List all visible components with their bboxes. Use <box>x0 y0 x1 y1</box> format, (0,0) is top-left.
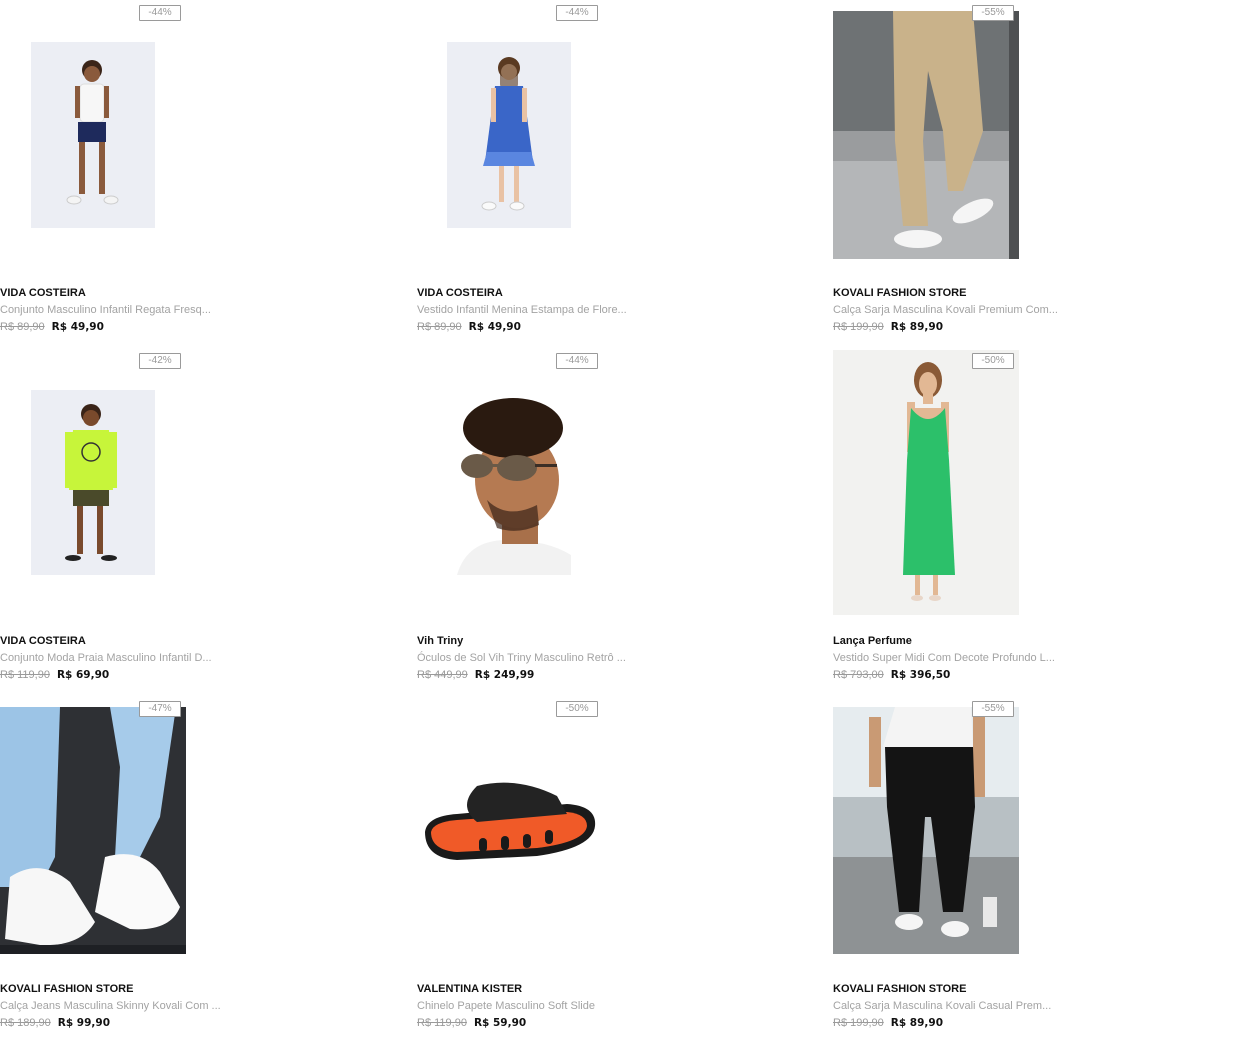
product-name[interactable]: Calça Sarja Masculina Kovali Premium Com… <box>833 304 1058 316</box>
product-image[interactable] <box>0 696 200 966</box>
product-card[interactable]: -44% VIDA COSTEIRA Conjunto Masculino In… <box>0 0 360 340</box>
discount-badge: -44% <box>556 353 598 369</box>
discount-badge: -42% <box>139 353 181 369</box>
product-image[interactable] <box>833 348 1033 618</box>
product-card[interactable]: -44% VIDA COSTEIRA Vestido Infantil Meni… <box>417 0 777 340</box>
kids-boy-tanktop-image <box>31 42 155 228</box>
old-price: R$ 189,90 <box>0 1017 51 1029</box>
product-brand[interactable]: KOVALI FASHION STORE <box>833 983 966 995</box>
product-name[interactable]: Chinelo Papete Masculino Soft Slide <box>417 1000 595 1012</box>
product-image[interactable] <box>833 0 1033 270</box>
product-brand[interactable]: VIDA COSTEIRA <box>0 635 86 647</box>
product-prices: R$ 199,90 R$ 89,90 <box>833 1017 943 1029</box>
old-price: R$ 119,90 <box>0 669 50 681</box>
product-prices: R$ 119,90 R$ 69,90 <box>0 669 109 681</box>
product-image[interactable] <box>417 0 617 270</box>
product-prices: R$ 199,90 R$ 89,90 <box>833 321 943 333</box>
current-price: R$ 69,90 <box>56 669 110 681</box>
current-price: R$ 89,90 <box>890 1017 944 1029</box>
product-name[interactable]: Óculos de Sol Vih Triny Masculino Retrô … <box>417 652 626 664</box>
product-prices: R$ 89,90 R$ 49,90 <box>0 321 104 333</box>
old-price: R$ 119,90 <box>417 1017 467 1029</box>
product-name[interactable]: Vestido Super Midi Com Decote Profundo L… <box>833 652 1055 664</box>
girl-blue-dress-image <box>447 42 571 228</box>
product-prices: R$ 119,90 R$ 59,90 <box>417 1017 526 1029</box>
product-image[interactable] <box>833 696 1033 966</box>
product-prices: R$ 189,90 R$ 99,90 <box>0 1017 110 1029</box>
jeans-sneakers-image <box>0 707 186 954</box>
product-brand[interactable]: VIDA COSTEIRA <box>417 287 503 299</box>
product-card[interactable]: -44% Vih Triny Óculos de Sol Vih Triny M… <box>417 348 777 688</box>
product-card[interactable]: -50% VALENTINA KISTER Chinelo Papete Mas… <box>417 696 777 1036</box>
discount-badge: -55% <box>972 701 1014 717</box>
product-name[interactable]: Calça Sarja Masculina Kovali Casual Prem… <box>833 1000 1051 1012</box>
old-price: R$ 89,90 <box>0 321 45 333</box>
current-price: R$ 99,90 <box>57 1017 111 1029</box>
product-name[interactable]: Conjunto Masculino Infantil Regata Fresq… <box>0 304 211 316</box>
product-brand[interactable]: Vih Triny <box>417 635 463 647</box>
product-card[interactable]: -55% KOVALI FASHION STORE Calça Sarja Ma… <box>833 0 1193 340</box>
product-card[interactable]: -47% KOVALI FASHION STORE Calça Jeans Ma… <box>0 696 360 1036</box>
product-brand[interactable]: VIDA COSTEIRA <box>0 287 86 299</box>
product-name[interactable]: Vestido Infantil Menina Estampa de Flore… <box>417 304 627 316</box>
discount-badge: -44% <box>556 5 598 21</box>
discount-badge: -50% <box>972 353 1014 369</box>
product-name[interactable]: Calça Jeans Masculina Skinny Kovali Com … <box>0 1000 221 1012</box>
product-card[interactable]: -42% VIDA COSTEIRA Conjunto Moda Praia M… <box>0 348 360 688</box>
discount-badge: -44% <box>139 5 181 21</box>
product-prices: R$ 793,00 R$ 396,50 <box>833 669 950 681</box>
green-dress-image <box>833 350 1019 615</box>
old-price: R$ 449,99 <box>417 669 468 681</box>
product-brand[interactable]: VALENTINA KISTER <box>417 983 522 995</box>
discount-badge: -50% <box>556 701 598 717</box>
black-pants-image <box>833 707 1019 954</box>
current-price: R$ 59,90 <box>473 1017 527 1029</box>
discount-badge: -47% <box>139 701 181 717</box>
product-brand[interactable]: KOVALI FASHION STORE <box>833 287 966 299</box>
old-price: R$ 199,90 <box>833 321 884 333</box>
product-card[interactable]: -50% Lança Perfume Vestido Super Midi Co… <box>833 348 1193 688</box>
old-price: R$ 199,90 <box>833 1017 884 1029</box>
current-price: R$ 49,90 <box>468 321 521 333</box>
product-card[interactable]: -55% KOVALI FASHION STORE Calça Sarja Ma… <box>833 696 1193 1036</box>
product-image[interactable] <box>417 696 617 966</box>
product-brand[interactable]: Lança Perfume <box>833 635 912 647</box>
old-price: R$ 89,90 <box>417 321 462 333</box>
current-price: R$ 49,90 <box>51 321 104 333</box>
current-price: R$ 89,90 <box>890 321 944 333</box>
product-image[interactable] <box>0 348 200 618</box>
discount-badge: -55% <box>972 5 1014 21</box>
product-name[interactable]: Conjunto Moda Praia Masculino Infantil D… <box>0 652 212 664</box>
khaki-pants-image <box>833 11 1019 259</box>
current-price: R$ 396,50 <box>890 669 951 681</box>
product-brand[interactable]: KOVALI FASHION STORE <box>0 983 133 995</box>
product-image[interactable] <box>0 0 200 270</box>
product-image[interactable] <box>417 348 617 618</box>
man-sunglasses-image <box>447 390 571 575</box>
kids-boy-neon-shirt-image <box>31 390 155 575</box>
old-price: R$ 793,00 <box>833 669 884 681</box>
current-price: R$ 249,99 <box>474 669 535 681</box>
black-orange-slide-image <box>417 756 603 886</box>
product-prices: R$ 449,99 R$ 249,99 <box>417 669 534 681</box>
product-prices: R$ 89,90 R$ 49,90 <box>417 321 521 333</box>
